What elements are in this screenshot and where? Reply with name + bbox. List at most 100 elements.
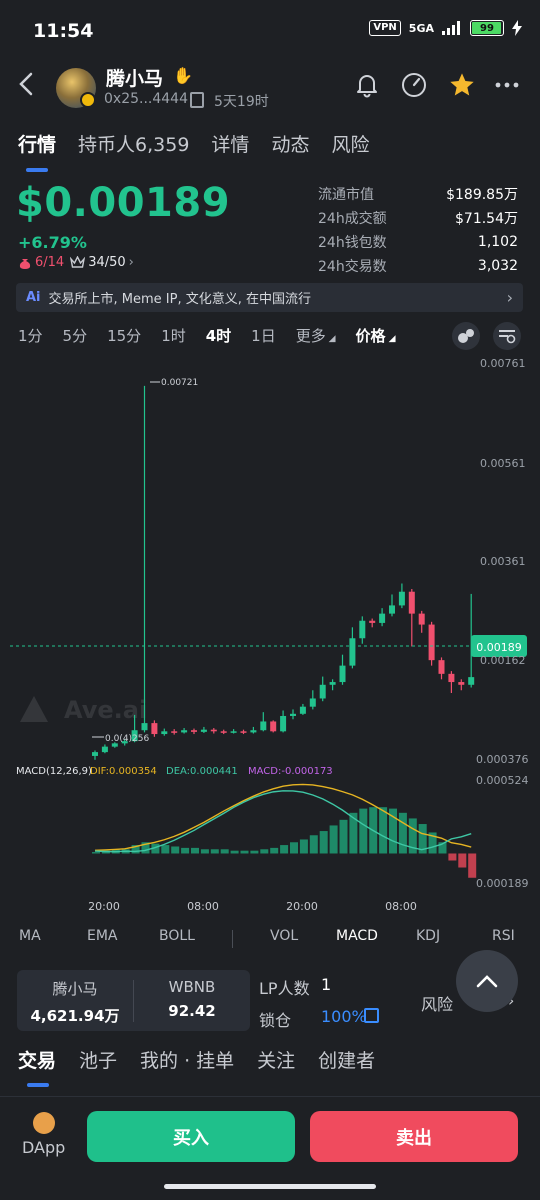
macd-bar — [468, 853, 477, 878]
hand-icon: ✋ — [173, 66, 193, 85]
pair-base-amount: 4,621.94万 — [30, 1007, 120, 1025]
speed-button[interactable] — [397, 68, 431, 102]
price-change: +6.79% — [18, 233, 87, 252]
token-age: 5天19时 — [214, 94, 269, 110]
dapp-label[interactable]: DApp — [22, 1138, 65, 1157]
tab-trades[interactable]: 交易 — [18, 1046, 56, 1073]
tab-holders[interactable]: 持币人6,359 — [78, 130, 189, 157]
candle-body — [260, 721, 267, 731]
caret-down-icon: ◢ — [385, 334, 396, 344]
candle-body — [92, 752, 98, 756]
more-button[interactable] — [490, 68, 524, 102]
indicator-ema[interactable]: EMA — [87, 928, 118, 944]
stat-label-wallets: 24h钱包数 — [318, 235, 387, 251]
tab-my-orders[interactable]: 我的 · 挂单 — [140, 1046, 234, 1073]
y-label-4: 0.000376 — [476, 753, 529, 766]
tf-15m[interactable]: 15分 — [107, 325, 141, 346]
indicator-boll[interactable]: BOLL — [159, 928, 195, 944]
bell-icon — [357, 75, 377, 98]
tf-4h[interactable]: 4时 — [206, 325, 231, 346]
copy-icon[interactable] — [190, 92, 204, 108]
candle-body — [379, 613, 386, 623]
tf-1d[interactable]: 1日 — [251, 325, 276, 346]
battery-level: 99 — [480, 22, 494, 34]
candle-body — [171, 731, 178, 733]
chevron-left-icon — [19, 72, 33, 96]
macd-bar — [220, 849, 229, 854]
indicator-ma[interactable]: MA — [19, 928, 41, 944]
stat-value-wallets: 1,102 — [477, 234, 518, 250]
tf-5m[interactable]: 5分 — [63, 325, 88, 346]
price-chart[interactable]: Ave.ai 0.00189 0.00761 0.00561 0.00361 0… — [0, 352, 540, 913]
indicator-kdj[interactable]: KDJ — [416, 928, 440, 944]
token-address[interactable]: 0x25...4444 — [104, 91, 188, 107]
chart-settings-button[interactable] — [493, 322, 521, 350]
risk-link[interactable]: 风险 — [421, 991, 453, 1015]
lock-value[interactable]: 100% — [321, 1007, 367, 1026]
current-price-label: 0.00189 — [476, 641, 522, 654]
y-label-3: 0.00162 — [480, 654, 526, 667]
candle-body — [468, 677, 475, 685]
favorite-button[interactable] — [445, 68, 479, 102]
token-name: 腾小马 — [106, 68, 164, 90]
candle-body — [319, 684, 326, 699]
tab-creator[interactable]: 创建者 — [318, 1046, 375, 1073]
candle-body — [309, 698, 316, 707]
candle-body — [200, 729, 207, 732]
dev-badge-label: 6/14 — [35, 255, 65, 270]
macd-bar — [349, 812, 358, 854]
chevron-right-icon: › — [128, 255, 134, 270]
macd-bar — [210, 849, 219, 854]
indicator-macd[interactable]: MACD — [336, 928, 378, 944]
pair-quote: WBNB 92.42 — [134, 978, 250, 1020]
tab-market[interactable]: 行情 — [18, 130, 56, 157]
badge-row: 6/14 34/50 › — [18, 255, 134, 270]
macd-bar — [191, 847, 199, 854]
candle-body — [290, 713, 296, 716]
pair-base: 腾小马 4,621.94万 — [17, 978, 133, 1026]
candle-body — [329, 682, 336, 685]
scroll-to-top-button[interactable] — [456, 950, 518, 1012]
star-icon — [450, 73, 474, 96]
sell-button[interactable]: 卖出 — [310, 1111, 518, 1162]
candle-body — [389, 605, 395, 614]
chart-tool-button[interactable] — [452, 322, 480, 350]
tf-more[interactable]: 更多 ◢ — [296, 325, 336, 346]
active-tab-indicator — [26, 168, 48, 172]
macd-bar — [250, 850, 259, 854]
tf-1m[interactable]: 1分 — [18, 325, 43, 346]
candle-body — [220, 731, 227, 733]
buy-button[interactable]: 买入 — [87, 1111, 295, 1162]
tab-details[interactable]: 详情 — [211, 130, 249, 157]
timeframe-selector: 1分 5分 15分 1时 4时 1日 更多 ◢ 价格 ◢ — [18, 325, 396, 346]
tab-pools[interactable]: 池子 — [79, 1046, 117, 1073]
tab-watch[interactable]: 关注 — [257, 1046, 295, 1073]
chevron-right-icon: › — [506, 288, 513, 307]
macd-dea: DEA:0.000441 — [166, 766, 238, 777]
dev-badge[interactable]: 6/14 — [18, 255, 64, 270]
ai-summary-banner[interactable]: Ai 交易所上市, Meme IP, 文化意义, 在中国流行 › — [16, 283, 523, 312]
watermark: Ave.ai — [20, 696, 147, 724]
liquidity-pair-card[interactable]: 腾小马 4,621.94万 WBNB 92.42 — [17, 970, 250, 1031]
low-annotation: 0.0(4)256 — [105, 734, 150, 744]
candle-body — [339, 665, 346, 683]
macd-bar — [161, 845, 170, 854]
back-button[interactable] — [16, 70, 44, 102]
price-mode-select[interactable]: 价格 ◢ — [356, 325, 396, 346]
external-link-icon[interactable] — [364, 1008, 379, 1023]
y-label-0: 0.00761 — [480, 357, 526, 370]
candle-body — [458, 682, 465, 685]
active-trade-tab-indicator — [27, 1083, 49, 1087]
indicator-vol[interactable]: VOL — [270, 928, 298, 944]
alert-bell-button[interactable] — [350, 68, 384, 102]
candle-body — [349, 638, 356, 666]
chart-canvas[interactable]: Ave.ai 0.00189 0.00761 0.00561 0.00361 0… — [0, 352, 540, 913]
tab-risk[interactable]: 风险 — [331, 130, 369, 157]
tab-activity[interactable]: 动态 — [271, 130, 309, 157]
dapp-icon[interactable] — [33, 1112, 55, 1134]
macd-bar — [458, 853, 467, 868]
tf-1h[interactable]: 1时 — [161, 325, 186, 346]
top-holders-badge[interactable]: 34/50 › — [70, 255, 134, 270]
indicator-rsi[interactable]: RSI — [492, 928, 515, 944]
stat-label-mcap: 流通市值 — [318, 187, 374, 203]
